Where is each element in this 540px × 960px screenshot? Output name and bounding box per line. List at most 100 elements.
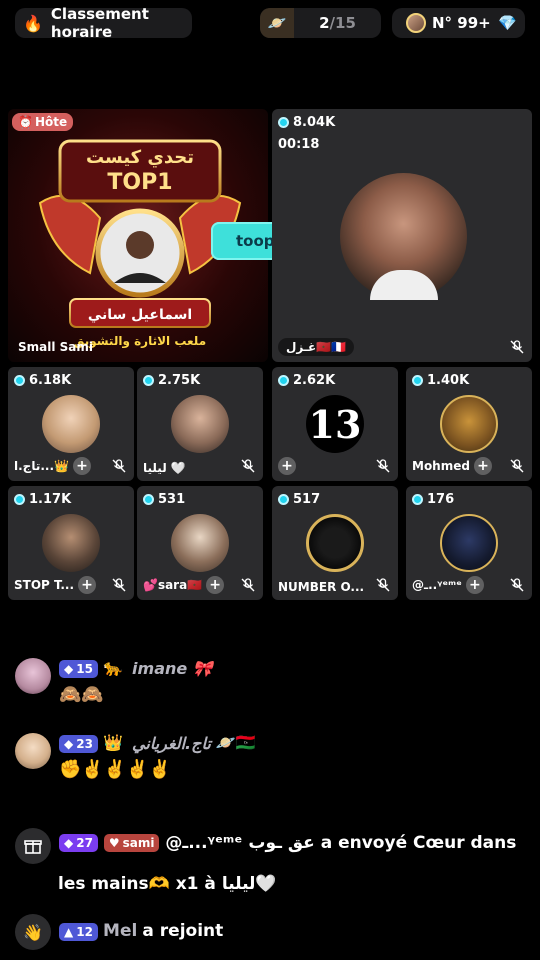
viewer-count: 8.04K [278, 115, 335, 130]
guest-tile[interactable]: 2.75K ليليا 🤍 [137, 367, 263, 481]
add-icon[interactable]: + [78, 576, 97, 594]
join-text: a rejoint [142, 921, 224, 941]
timer: 00:18 [278, 137, 320, 152]
username[interactable]: Mel [103, 921, 137, 941]
coin-icon [278, 375, 289, 386]
coin-icon [143, 494, 154, 505]
coin-icon [278, 117, 289, 128]
guest-avatar [440, 514, 498, 572]
leopard-icon: 🐆 [103, 658, 123, 677]
room-page-indicator[interactable]: 🪐 2/15 [260, 8, 381, 38]
viewer-count: 531 [143, 492, 185, 507]
emblem-title-ar: تحدي كيست [86, 147, 194, 168]
top-rank-button[interactable]: N° 99+ 💎 [392, 8, 525, 38]
level-badge: ◆ 27 [59, 834, 98, 852]
avatar[interactable] [15, 658, 51, 694]
wave-hand-icon: 👋 [15, 914, 51, 950]
guest-tile[interactable]: 1.40K Mohmed + [406, 367, 532, 481]
guest-tile[interactable]: 517 NUMBER O... [272, 486, 398, 600]
guest-avatar [42, 514, 100, 572]
page-counter: 2/15 [319, 14, 356, 32]
host-name: Small Sami [18, 340, 94, 354]
viewer-count: 2.75K [143, 373, 200, 388]
gift-notification: ◆ 27 ♥ sami @ـ...ᵞᵉᵐᵉ عق ـوب a envoyé Cœur… [15, 828, 525, 864]
join-notification: 👋 ▲ 12 Mel a rejoint [15, 914, 223, 950]
gift-text-line2: les mains🫶 x1 à ليليا🤍 [58, 874, 277, 894]
chat-message: ◆ 23 👑 تاج.الغرياني 🪐🇱🇾 ✊✌️✌️✌️✌️ [15, 733, 256, 780]
add-icon[interactable]: + [473, 457, 492, 475]
chat-message: ◆ 15 🐆 imane 🎀 🙈🙈 [15, 658, 213, 705]
coin-icon [143, 375, 154, 386]
fan-badge: ♥ sami [103, 834, 160, 852]
mic-off-icon [510, 459, 524, 473]
guest-tile[interactable]: 2.62K 13 + [272, 367, 398, 481]
number-13-logo: 13 [306, 395, 364, 453]
avatar[interactable] [15, 733, 51, 769]
add-icon[interactable]: + [206, 576, 225, 594]
guest-avatar [171, 395, 229, 453]
coin-icon [278, 494, 289, 505]
guest-avatar [440, 395, 498, 453]
coin-icon [14, 494, 25, 505]
message-text: 🙈🙈 [59, 684, 104, 705]
message-text: ✊✌️✌️✌️✌️ [59, 759, 172, 780]
mic-off-icon [241, 578, 255, 592]
guest-tile[interactable]: 1.17K STOP T... + [8, 486, 134, 600]
guest-tile[interactable]: 6.18K تاج.ا...👑 + [8, 367, 134, 481]
mic-off-icon [376, 578, 390, 592]
coin-icon [412, 494, 423, 505]
viewer-count: 1.17K [14, 492, 71, 507]
guest-tile-main[interactable]: 8.04K 00:18 غـزل🇲🇦🇫🇷 [272, 109, 532, 362]
guest-avatar [340, 173, 467, 300]
flame-icon: 🔥 [23, 13, 43, 33]
ranking-label: Classement horaire [50, 5, 149, 41]
viewer-count: 1.40K [412, 373, 469, 388]
emblem-title-top: TOP1 [107, 170, 172, 195]
planet-flag-icons: 🪐🇱🇾 [215, 733, 256, 752]
mic-off-icon [376, 459, 390, 473]
guest-name: ليليا 🤍 [143, 461, 186, 475]
viewer-count: 176 [412, 492, 454, 507]
mic-off-icon [112, 459, 126, 473]
gift-text-line1: @ـ...ᵞᵉᵐᵉ عق ـوب a envoyé Cœur dans [165, 833, 517, 853]
level-badge: ▲ 12 [59, 922, 98, 941]
guest-avatar [42, 395, 100, 453]
guest-name: تاج.ا...👑 [14, 459, 69, 473]
username[interactable]: تاج.الغرياني [132, 734, 211, 753]
alarm-icon: ⏰ [18, 115, 33, 129]
hourly-ranking-button[interactable]: 🔥 Classement horaire [15, 5, 192, 41]
viewer-count: 517 [278, 492, 320, 507]
mic-off-icon [112, 578, 126, 592]
mic-off-icon [241, 459, 255, 473]
add-icon[interactable]: + [465, 576, 484, 594]
gift-icon [15, 828, 51, 864]
emblem-banner-name: اسماعيل ساني [88, 307, 192, 323]
guest-name: @ـ..ᵞᵉᵐᵉ [412, 578, 462, 592]
planet-icon: 🪐 [260, 8, 294, 38]
guest-name: Mohmed [412, 459, 470, 473]
viewer-count: 2.62K [278, 373, 335, 388]
add-icon[interactable]: + [278, 457, 296, 475]
viewer-count: 6.18K [14, 373, 71, 388]
emblem-subtitle: ملعب الاثارة والتشويق [74, 334, 206, 349]
guest-name: 💕sara🇲🇦 [143, 578, 203, 592]
mic-off-icon [510, 340, 524, 354]
guest-name: STOP T... [14, 578, 75, 592]
level-badge: ◆ 23 [59, 734, 98, 753]
avatar [406, 13, 426, 33]
crown-icon: 👑 [103, 733, 123, 752]
guest-tile[interactable]: 531 💕sara🇲🇦 + [137, 486, 263, 600]
rank-number: N° 99+ [432, 14, 491, 32]
gem-icon: 💎 [498, 14, 517, 32]
level-badge: ◆ 15 [59, 659, 98, 678]
add-icon[interactable]: + [72, 457, 91, 475]
mic-off-icon [510, 578, 524, 592]
coin-icon [14, 375, 25, 386]
guest-avatar [171, 514, 229, 572]
username[interactable]: imane 🎀 [132, 659, 213, 678]
host-badge: ⏰ Hôte [12, 113, 74, 131]
guest-tile[interactable]: 176 @ـ..ᵞᵉᵐᵉ + [406, 486, 532, 600]
guest-name: غـزل🇲🇦🇫🇷 [278, 338, 355, 356]
guest-name: NUMBER O... [278, 580, 365, 594]
number-one-logo [306, 514, 364, 572]
